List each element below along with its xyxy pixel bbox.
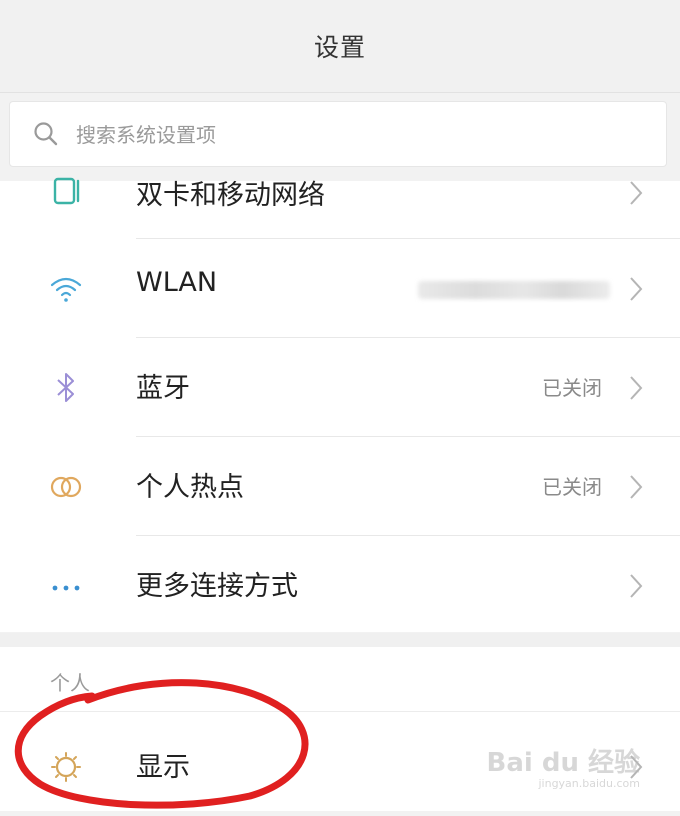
title-bar: 设置 xyxy=(0,0,680,93)
search-icon xyxy=(34,122,58,146)
hotspot-icon xyxy=(50,476,82,498)
connectivity-list: 双卡和移动网络 WLAN 蓝牙 已关闭 个人热点 已关闭 更多连接方式 xyxy=(0,177,680,632)
chevron-right-icon xyxy=(630,181,643,205)
chevron-right-icon xyxy=(630,376,643,400)
section-title: 个人 xyxy=(50,671,90,695)
item-label: 蓝牙 xyxy=(136,373,190,404)
section-separator xyxy=(0,633,680,647)
chevron-right-icon xyxy=(630,475,643,499)
list-item-bluetooth[interactable]: 蓝牙 已关闭 xyxy=(0,338,680,437)
search-input[interactable] xyxy=(74,116,638,154)
blurred-network-name xyxy=(418,281,610,299)
sim-card-icon xyxy=(53,177,80,205)
more-dots-icon xyxy=(52,585,80,591)
divider xyxy=(0,711,680,712)
item-label: 双卡和移动网络 xyxy=(136,180,325,211)
item-label: WLAN xyxy=(136,267,218,298)
watermark: Bai du 经验 jingyan.baidu.com xyxy=(487,742,641,790)
chevron-right-icon xyxy=(630,277,643,301)
wifi-icon xyxy=(50,277,82,302)
status-text: 已关闭 xyxy=(542,475,602,499)
item-label: 更多连接方式 xyxy=(136,571,298,602)
bluetooth-icon xyxy=(57,373,74,402)
brightness-icon xyxy=(51,752,81,782)
page-title: 设置 xyxy=(313,33,366,62)
list-item-wlan[interactable]: WLAN xyxy=(0,239,680,338)
search-area xyxy=(0,93,680,181)
item-label: 显示 xyxy=(136,752,190,783)
status-text: 已关闭 xyxy=(542,376,602,400)
list-item-dual-sim[interactable]: 双卡和移动网络 xyxy=(0,177,680,239)
list-item-more-connections[interactable]: 更多连接方式 xyxy=(0,536,680,632)
search-box[interactable] xyxy=(9,101,667,167)
list-item-hotspot[interactable]: 个人热点 已关闭 xyxy=(0,437,680,536)
item-label: 个人热点 xyxy=(136,472,244,503)
chevron-right-icon xyxy=(630,574,643,598)
watermark-main: Bai du 经验 xyxy=(486,748,641,778)
